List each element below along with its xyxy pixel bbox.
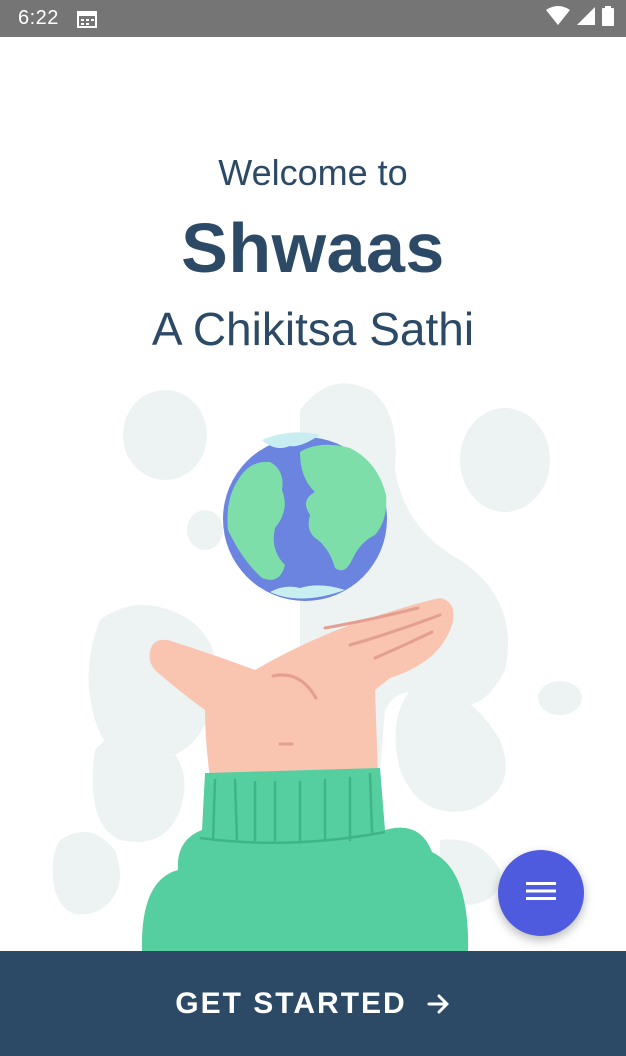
status-icons	[546, 6, 614, 31]
app-tagline: A Chikitsa Sathi	[151, 303, 475, 355]
wifi-icon	[546, 6, 570, 31]
arrow-right-icon	[427, 993, 451, 1015]
status-time: 6:22	[18, 7, 59, 29]
get-started-label: GET STARTED	[175, 986, 407, 1020]
battery-icon	[602, 6, 614, 31]
welcome-text: Welcome to	[218, 152, 408, 193]
cell-signal-icon	[576, 6, 596, 31]
get-started-button[interactable]: GET STARTED	[0, 951, 626, 1056]
app-title: Shwaas	[181, 209, 445, 287]
menu-fab-button[interactable]	[498, 850, 584, 936]
menu-icon	[526, 880, 556, 907]
status-bar: 6:22	[0, 0, 626, 37]
calendar-icon	[76, 10, 97, 28]
globe-icon	[223, 432, 387, 601]
